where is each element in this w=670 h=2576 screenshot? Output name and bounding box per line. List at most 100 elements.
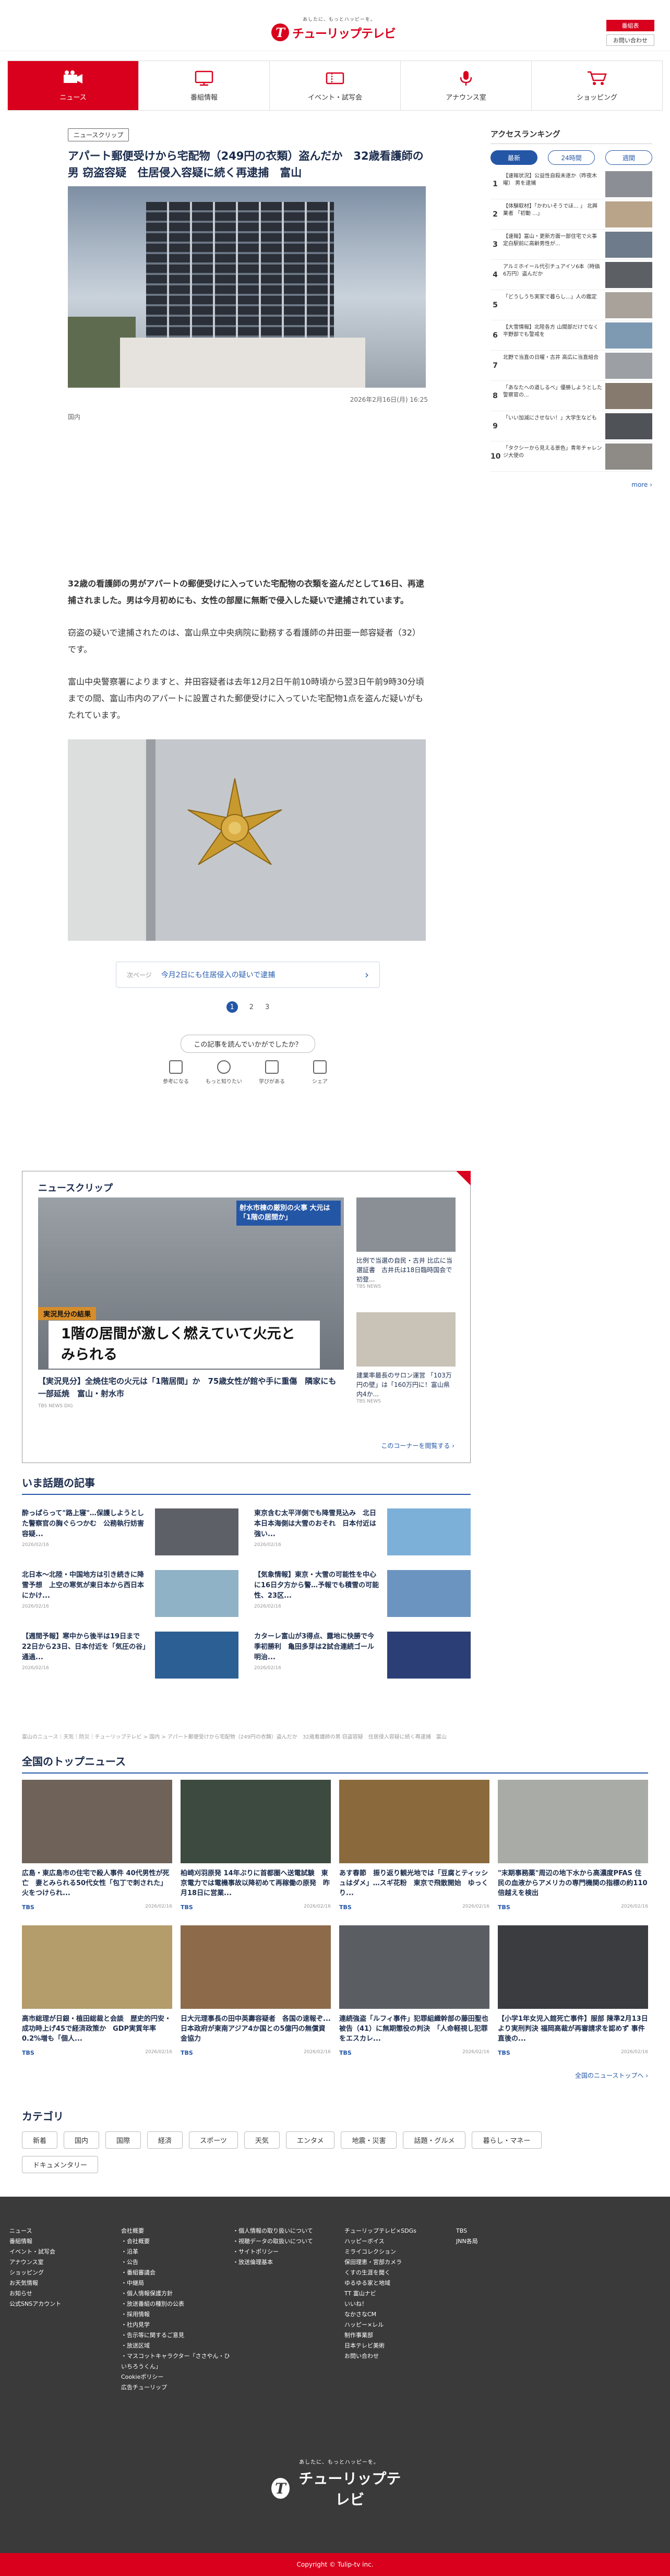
clip-tag[interactable]: ニュースクリップ <box>68 128 129 141</box>
footer-link[interactable]: お問い合わせ <box>344 2351 456 2362</box>
footer-link[interactable]: お天気情報 <box>9 2278 121 2289</box>
footer-link[interactable]: ・個人情報保護方針 <box>121 2289 233 2299</box>
article-category[interactable]: 国内 <box>68 412 428 421</box>
category-chip[interactable]: 暮らし・マネー <box>472 2131 542 2149</box>
trending-item[interactable]: 東京含む太平洋側でも降雪見込み 北日本日本海側は大雪のおそれ 日本付近は強い..… <box>254 1508 471 1559</box>
ranking-item[interactable]: 5 「どうしうち実家で暮らし...」人の鑑定 <box>490 290 652 320</box>
footer-link[interactable]: ・告示等に関するご意見 <box>121 2330 233 2341</box>
category-chip[interactable]: 天気 <box>244 2131 280 2149</box>
ranking-item[interactable]: 6 【大雪情報】北陸各方 山間部だけでなく平野部でも警戒を <box>490 320 652 351</box>
ranking-item[interactable]: 9 「いい加減にさせない！」大学生なども <box>490 411 652 441</box>
footer-link[interactable]: なかさなCM <box>344 2309 456 2320</box>
ranking-item[interactable]: 2 【体験取材】「かわいそうでほ... 」 北興業者 「初動 ...」 <box>490 199 652 230</box>
category-chip[interactable]: 国内 <box>64 2131 100 2149</box>
footer-link[interactable]: 番組情報 <box>9 2236 121 2247</box>
topnews-item[interactable]: 広島・東広島市の住宅で殺人事件 40代男性が死亡 妻とみられる50代女性「包丁で… <box>22 1780 172 1911</box>
nav-item-programs[interactable]: 番組情報 <box>139 61 270 110</box>
site-logo[interactable]: あしたに、もっとハッピーを。 T チューリップテレビ <box>271 16 407 45</box>
footer-link[interactable]: ハッピーボイス <box>344 2236 456 2247</box>
footer-link[interactable]: ・会社概要 <box>121 2236 233 2247</box>
footer-link[interactable]: ・放送倫理基本 <box>233 2257 344 2268</box>
category-chip[interactable]: エンタメ <box>285 2131 335 2149</box>
topnews-item[interactable]: 【小学1年女児入館死亡事件】服部 陳準2月13日より実刑判決 福岡高裁が再審請求… <box>498 1925 648 2056</box>
footer-link[interactable]: 保田理恵・宮部カメラ <box>344 2257 456 2268</box>
clip-small-item[interactable]: 比例で当選の自民・古井 比広に当選証書 古井氏は18日臨時国会で初登... TB… <box>356 1197 456 1289</box>
program-guide-button[interactable]: 番組表 <box>606 20 654 31</box>
footer-link[interactable]: Cookieポリシー <box>121 2372 233 2382</box>
tab-latest[interactable]: 最新 <box>490 150 537 165</box>
footer-link[interactable]: ・番組審議会 <box>121 2268 233 2278</box>
footer-link[interactable]: 制作事業部 <box>344 2330 456 2341</box>
next-page-link[interactable]: 次ページ 今月2日にも住居侵入の疑いで逮捕 › <box>116 962 380 988</box>
page-3[interactable]: 3 <box>265 1003 269 1011</box>
inquiry-button[interactable]: お問い合わせ <box>606 34 654 46</box>
ranking-item[interactable]: 1 【速報状況】公益性自殺未遂か（昨夜木曜） 男を逮捕 <box>490 169 652 199</box>
tab-weekly[interactable]: 週間 <box>605 150 652 165</box>
trending-item[interactable]: 【週間予報】寒中から後半は19日まで 22日から23日、日本付近を「気圧の谷」通… <box>22 1632 238 1682</box>
footer-link[interactable]: ショッピング <box>9 2268 121 2278</box>
reaction-helpful-button[interactable]: 参考になる <box>157 1060 195 1085</box>
breadcrumb[interactable]: 富山のニュース｜天気｜防災｜チューリップテレビ > 国内 > アパート郵便受けか… <box>22 1732 471 1740</box>
footer-logo[interactable]: あしたに、もっとハッピーを。 T チューリップテレビ <box>271 2458 407 2509</box>
footer-link[interactable]: ・沿革 <box>121 2247 233 2257</box>
footer-link[interactable]: ・サイトポリシー <box>233 2247 344 2257</box>
footer-link[interactable]: くすの生涯を聞く <box>344 2268 456 2278</box>
trending-item[interactable]: 北日本～北陸・中国地方は引き続きに降雪予想 上空の寒気が東日本から西日本にかけ.… <box>22 1570 238 1620</box>
nav-item-events[interactable]: イベント・試写会 <box>270 61 401 110</box>
footer-link[interactable]: ・個人情報の取り扱いについて <box>233 2226 344 2236</box>
footer-link[interactable]: イベント・試写会 <box>9 2247 121 2257</box>
category-chip[interactable]: 地震・災害 <box>341 2131 397 2149</box>
category-chip[interactable]: 新着 <box>22 2131 58 2149</box>
topnews-item[interactable]: あす春節 振り返り観光地では「豆腐とティッシュはダメ」…スギ花粉 東京で飛散開始… <box>339 1780 489 1911</box>
topnews-item[interactable]: 高市総理が日銀・植田総裁と会談 歴史的円安・成功時上げ45で経済政策か GDP実… <box>22 1925 172 2056</box>
footer-link[interactable]: ・放送番組の種別の公表 <box>121 2299 233 2309</box>
category-chip[interactable]: 経済 <box>147 2131 183 2149</box>
ranking-item[interactable]: 4 アルミホイール代引チュアイソ6本（時価6万円）盗んだか <box>490 260 652 290</box>
footer-link[interactable]: ・公告 <box>121 2257 233 2268</box>
nav-item-shopping[interactable]: ショッピング <box>532 61 662 110</box>
page-2[interactable]: 2 <box>249 1003 254 1011</box>
footer-link[interactable]: TT 富山ナビ <box>344 2289 456 2299</box>
footer-link[interactable]: 会社概要 <box>121 2226 233 2236</box>
footer-link[interactable]: 広告チューリップ <box>121 2382 233 2393</box>
trending-item[interactable]: 【気象情報】東京・大雪の可能性を中心に16日夕方から警…予報でも積雪の可能性、2… <box>254 1570 471 1620</box>
footer-link[interactable]: 日本テレビ美術 <box>344 2341 456 2351</box>
footer-link[interactable]: TBS <box>456 2226 568 2236</box>
ranking-more-link[interactable]: more › <box>490 481 652 488</box>
clip-small-item[interactable]: 建業率最長のサロン運営 「103万円の壁」は「160万円に！富山県内4か... … <box>356 1312 456 1404</box>
nav-item-news[interactable]: ニュース <box>8 61 139 110</box>
tab-24h[interactable]: 24時間 <box>548 150 595 165</box>
footer-link[interactable]: ・放送区域 <box>121 2341 233 2351</box>
ranking-item[interactable]: 8 「あなたへの道しるべ」優勝しようとした警察官の... <box>490 381 652 411</box>
footer-link[interactable]: ニュース <box>9 2226 121 2236</box>
trending-item[interactable]: 酔っぱらって"路上寝"…保護しようとした警察官の胸ぐらつかむ 公務執行妨害容疑.… <box>22 1508 238 1559</box>
footer-link[interactable]: ハッピー×レル <box>344 2320 456 2330</box>
footer-link[interactable]: ゆるゆる家と地域 <box>344 2278 456 2289</box>
footer-link[interactable]: ・視聴データの取扱いについて <box>233 2236 344 2247</box>
clip-corner-link[interactable]: このコーナーを閲覧する › <box>381 1441 454 1450</box>
reaction-learned-button[interactable]: 学びがある <box>253 1060 291 1085</box>
footer-link[interactable]: ・採用情報 <box>121 2309 233 2320</box>
footer-link[interactable]: ・中継局 <box>121 2278 233 2289</box>
footer-link[interactable]: ・社内見学 <box>121 2320 233 2330</box>
footer-link[interactable]: 公式SNSアカウント <box>9 2299 121 2309</box>
ranking-item[interactable]: 3 【速報】富山・更新方面一部住宅で火事 定白駅前に高齢男性が... <box>490 230 652 260</box>
footer-link[interactable]: ・マスコットキャラクター「ささやん・ひいちろうくん」 <box>121 2351 233 2372</box>
topnews-item[interactable]: "末期事務薬"周辺の地下水から高濃度PFAS 住民の血液からアメリカの専門機関の… <box>498 1780 648 1911</box>
category-chip[interactable]: ドキュメンタリー <box>22 2156 99 2173</box>
footer-link[interactable]: いいね！ <box>344 2299 456 2309</box>
footer-link[interactable]: アナウンス室 <box>9 2257 121 2268</box>
footer-link[interactable]: JNN各局 <box>456 2236 568 2247</box>
category-chip[interactable]: スポーツ <box>189 2131 238 2149</box>
topnews-item[interactable]: 日大元理事長の田中英壽容疑者 各国の速報ぞ... 日本政府が東南アジア4か国との… <box>181 1925 331 2056</box>
category-chip[interactable]: 国際 <box>105 2131 141 2149</box>
clip-main-headline[interactable]: 【実況見分】全焼住宅の火元は「1階居間」か 75歳女性が館や手に重傷 隣家にも一… <box>38 1375 344 1412</box>
footer-link[interactable]: チューリップテレビ×SDGs <box>344 2226 456 2236</box>
topnews-item[interactable]: 柏崎刈羽原発 14年ぶりに首都圏へ送電試験 東京電力では電機事故以降初めて再稼働… <box>181 1780 331 1911</box>
footer-link[interactable]: お知らせ <box>9 2289 121 2299</box>
nav-item-announcers[interactable]: アナウンス室 <box>401 61 532 110</box>
topnews-item[interactable]: 連続強盗「ルフィ事件」犯罪組織幹部の藤田聖也被告（41）に無期懲役の判決 「人命… <box>339 1925 489 2056</box>
ranking-item[interactable]: 10 「タクシーから見える景色」青年チャレンジ大使の <box>490 441 652 472</box>
ranking-item[interactable]: 7 北野で当直の日曜・古井 高広に当直組合 <box>490 351 652 381</box>
share-button[interactable]: シェア <box>301 1060 339 1085</box>
